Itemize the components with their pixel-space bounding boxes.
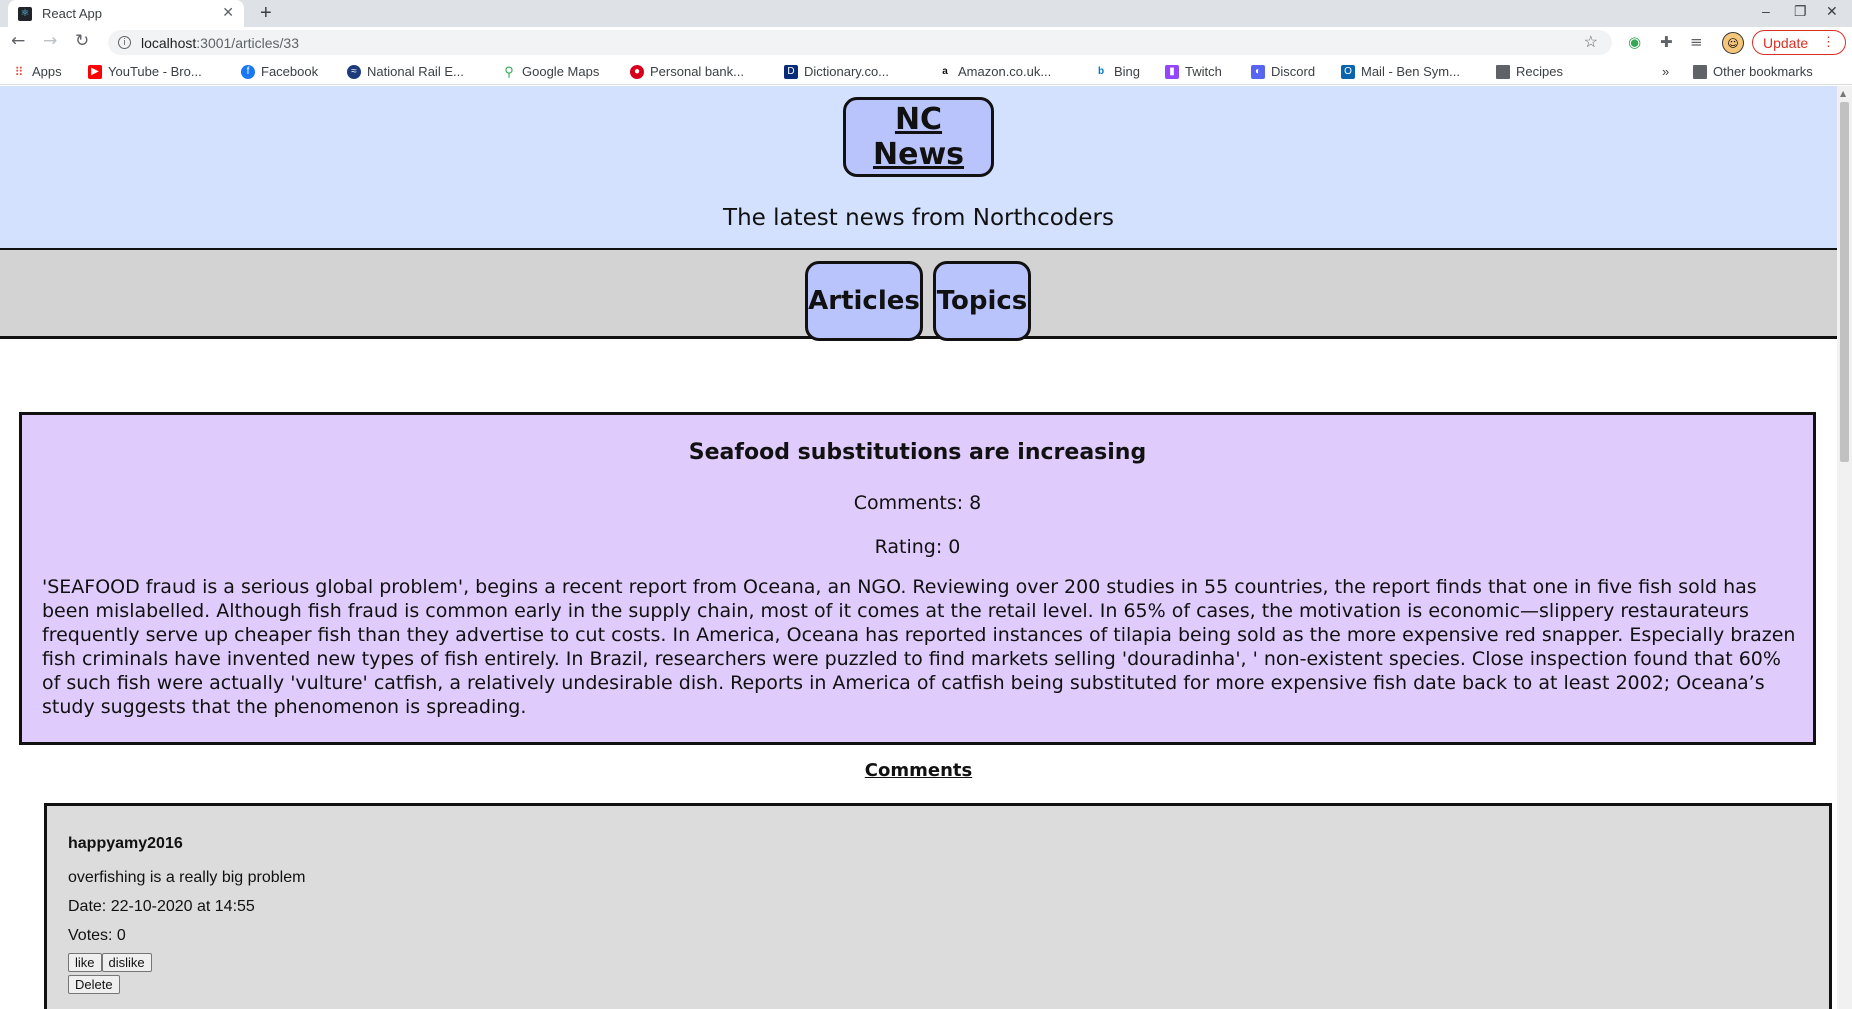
bookmark-bing[interactable]: b Bing (1094, 64, 1140, 79)
bookmark-label: Mail - Ben Sym... (1361, 64, 1460, 79)
comment-votes: Votes: 0 (68, 927, 126, 944)
bookmark-dictionary[interactable]: D Dictionary.co... (784, 64, 889, 79)
address-bar[interactable]: i localhost:3001/articles/33 ☆ (108, 30, 1612, 55)
new-tab-icon[interactable]: + (260, 2, 272, 25)
nav-articles-button[interactable]: Articles (805, 261, 923, 341)
site-tagline: The latest news from Northcoders (723, 205, 1114, 231)
url-host: localhost (141, 34, 197, 51)
scroll-up-icon[interactable]: ▲ (1840, 89, 1846, 98)
bookmark-label: Recipes (1516, 64, 1563, 79)
apps-grid-icon: ⠿ (14, 64, 24, 79)
bookmark-twitch[interactable]: ▮ Twitch (1165, 64, 1222, 79)
more-bookmarks-chevron-icon[interactable]: » (1662, 64, 1669, 79)
bookmark-label: Apps (32, 64, 62, 79)
close-window-icon[interactable]: ✕ (1826, 3, 1838, 20)
bookmark-star-icon[interactable]: ☆ (1584, 32, 1598, 52)
twitch-icon: ▮ (1165, 64, 1179, 79)
article-rating: Rating: 0 (874, 536, 961, 558)
bookmark-personal-bank[interactable]: ● Personal bank... (630, 64, 744, 79)
bookmark-label: Twitch (1185, 64, 1222, 79)
dictionary-icon: D (784, 64, 798, 79)
discord-icon: ◐ (1251, 64, 1265, 79)
bookmark-label: Google Maps (522, 64, 600, 79)
bookmark-amazon[interactable]: a Amazon.co.uk... (938, 64, 1051, 79)
comment-card: happyamy2016 overfishing is a really big… (44, 803, 1832, 1009)
media-control-icon[interactable]: ≡ (1690, 33, 1703, 51)
facebook-icon: f (241, 64, 255, 79)
forward-icon[interactable]: → (43, 31, 57, 51)
comment-body: overfishing is a really big problem (68, 869, 306, 886)
bookmark-youtube[interactable]: ▶ YouTube - Bro... (88, 64, 202, 79)
page-scrollbar[interactable]: ▲ (1837, 86, 1852, 1009)
bookmark-label: Other bookmarks (1713, 64, 1813, 79)
bing-icon: b (1097, 66, 1105, 77)
bookmark-national-rail[interactable]: ≈ National Rail E... (347, 64, 464, 79)
tab-title: React App (42, 6, 102, 21)
minimize-icon[interactable]: – (1762, 3, 1770, 19)
main-nav: Articles Topics (0, 250, 1837, 341)
bookmark-label: Personal bank... (650, 64, 744, 79)
article-body: 'SEAFOOD fraud is a serious global probl… (42, 576, 1796, 718)
bookmark-google-maps[interactable]: ⚲ Google Maps (502, 63, 600, 80)
national-rail-icon: ≈ (347, 64, 361, 79)
bookmark-label: Dictionary.co... (804, 64, 890, 79)
folder-icon (1496, 64, 1510, 79)
bookmark-label: Discord (1271, 64, 1316, 79)
bookmark-recipes[interactable]: Recipes (1496, 64, 1563, 79)
like-button[interactable]: like (68, 953, 102, 972)
comment-vote-buttons: like dislike (68, 953, 152, 972)
delete-comment-button[interactable]: Delete (68, 975, 120, 994)
bookmark-other[interactable]: Other bookmarks (1693, 64, 1813, 79)
restore-icon[interactable]: ❐ (1794, 3, 1807, 20)
update-button[interactable]: Update ⋮ (1752, 30, 1846, 55)
amazon-icon: a (942, 66, 948, 77)
bookmark-label: National Rail E... (367, 64, 464, 79)
folder-icon (1693, 64, 1707, 79)
bookmark-facebook[interactable]: f Facebook (241, 64, 318, 79)
article-card: Seafood substitutions are increasing Com… (19, 412, 1816, 745)
site-header: NC News The latest news from Northcoders (0, 86, 1837, 250)
dislike-button[interactable]: dislike (101, 953, 152, 972)
back-icon[interactable]: ← (11, 31, 25, 51)
scrollbar-thumb[interactable] (1840, 102, 1849, 462)
extension-icon[interactable]: ◉ (1628, 33, 1641, 51)
comments-heading: Comments (864, 760, 973, 781)
browser-tab[interactable]: ⚛ React App ✕ (8, 0, 244, 27)
article-comment-count: Comments: 8 (853, 492, 982, 514)
site-title-link[interactable]: NC News (846, 102, 991, 172)
comment-author: happyamy2016 (68, 835, 183, 852)
outlook-icon: O (1341, 64, 1355, 79)
comment-date: Date: 22-10-2020 at 14:55 (68, 898, 255, 915)
extensions-puzzle-icon[interactable]: ✚ (1660, 33, 1673, 51)
bookmark-label: YouTube - Bro... (108, 64, 202, 79)
bank-icon: ● (630, 64, 644, 79)
article-title: Seafood substitutions are increasing (688, 440, 1147, 465)
site-info-icon[interactable]: i (118, 36, 131, 49)
update-label: Update (1763, 34, 1809, 51)
google-maps-icon: ⚲ (504, 63, 514, 79)
menu-dots-icon: ⋮ (1822, 34, 1835, 49)
bookmark-discord[interactable]: ◐ Discord (1251, 64, 1315, 79)
close-tab-icon[interactable]: ✕ (222, 4, 234, 21)
page-viewport: NC News The latest news from Northcoders… (0, 86, 1837, 1009)
bookmark-apps[interactable]: ⠿ Apps (12, 64, 62, 79)
url-path: :3001/articles/33 (196, 34, 299, 51)
bookmark-mail[interactable]: O Mail - Ben Sym... (1341, 64, 1460, 79)
browser-tabstrip: ⚛ React App ✕ + – ❐ ✕ (0, 0, 1852, 27)
bookmark-label: Facebook (261, 64, 319, 79)
site-logo-box: NC News (843, 97, 994, 177)
bookmark-label: Amazon.co.uk... (958, 64, 1052, 79)
youtube-icon: ▶ (88, 64, 102, 79)
react-favicon-icon: ⚛ (18, 6, 32, 21)
profile-avatar[interactable]: ☺ (1722, 32, 1744, 54)
nav-topics-button[interactable]: Topics (933, 261, 1031, 341)
reload-icon[interactable]: ↻ (75, 31, 89, 51)
bookmark-label: Bing (1114, 64, 1141, 79)
browser-toolbar: ← → ↻ i localhost:3001/articles/33 ☆ ◉ ✚… (0, 27, 1852, 57)
bookmarks-bar: ⠿ Apps ▶ YouTube - Bro... f Facebook ≈ Natio… (0, 57, 1852, 85)
